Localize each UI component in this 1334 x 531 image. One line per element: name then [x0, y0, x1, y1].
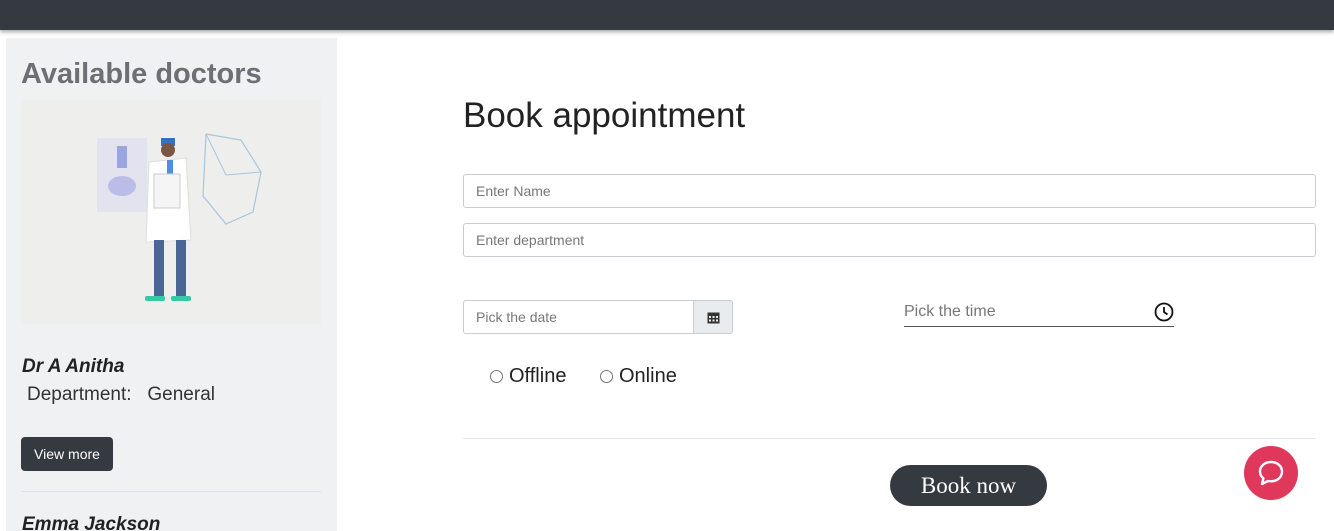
doctor-department: Department: General	[27, 384, 215, 405]
date-input[interactable]	[463, 300, 694, 334]
online-label: Online	[619, 365, 677, 387]
online-option[interactable]: Online	[600, 365, 677, 388]
online-radio[interactable]	[600, 370, 613, 383]
offline-radio[interactable]	[490, 370, 503, 383]
doctor-name: Dr A Anitha	[22, 356, 125, 377]
doctor-name: Emma Jackson	[22, 514, 161, 531]
chat-icon	[1258, 460, 1284, 486]
doctor-divider	[21, 491, 321, 492]
name-input[interactable]	[463, 174, 1316, 208]
book-now-button[interactable]: Book now	[890, 465, 1047, 506]
view-more-button[interactable]: View more	[21, 437, 113, 471]
chat-button[interactable]	[1244, 446, 1298, 500]
doctor-illustration	[21, 100, 321, 324]
clock-icon[interactable]	[1154, 302, 1174, 322]
department-input[interactable]	[463, 223, 1316, 257]
sidebar-heading: Available doctors	[21, 58, 262, 90]
time-picker	[904, 296, 1174, 327]
form-divider	[463, 438, 1316, 439]
calendar-icon	[707, 312, 719, 323]
time-input[interactable]	[904, 300, 1144, 324]
top-navbar	[0, 0, 1334, 30]
offline-label: Offline	[509, 365, 567, 387]
page-title: Book appointment	[463, 96, 746, 135]
date-picker	[463, 300, 733, 334]
calendar-button[interactable]	[693, 300, 733, 334]
doctors-sidebar: Available doctors Dr A Anitha Department…	[6, 38, 337, 531]
offline-option[interactable]: Offline	[490, 365, 566, 388]
